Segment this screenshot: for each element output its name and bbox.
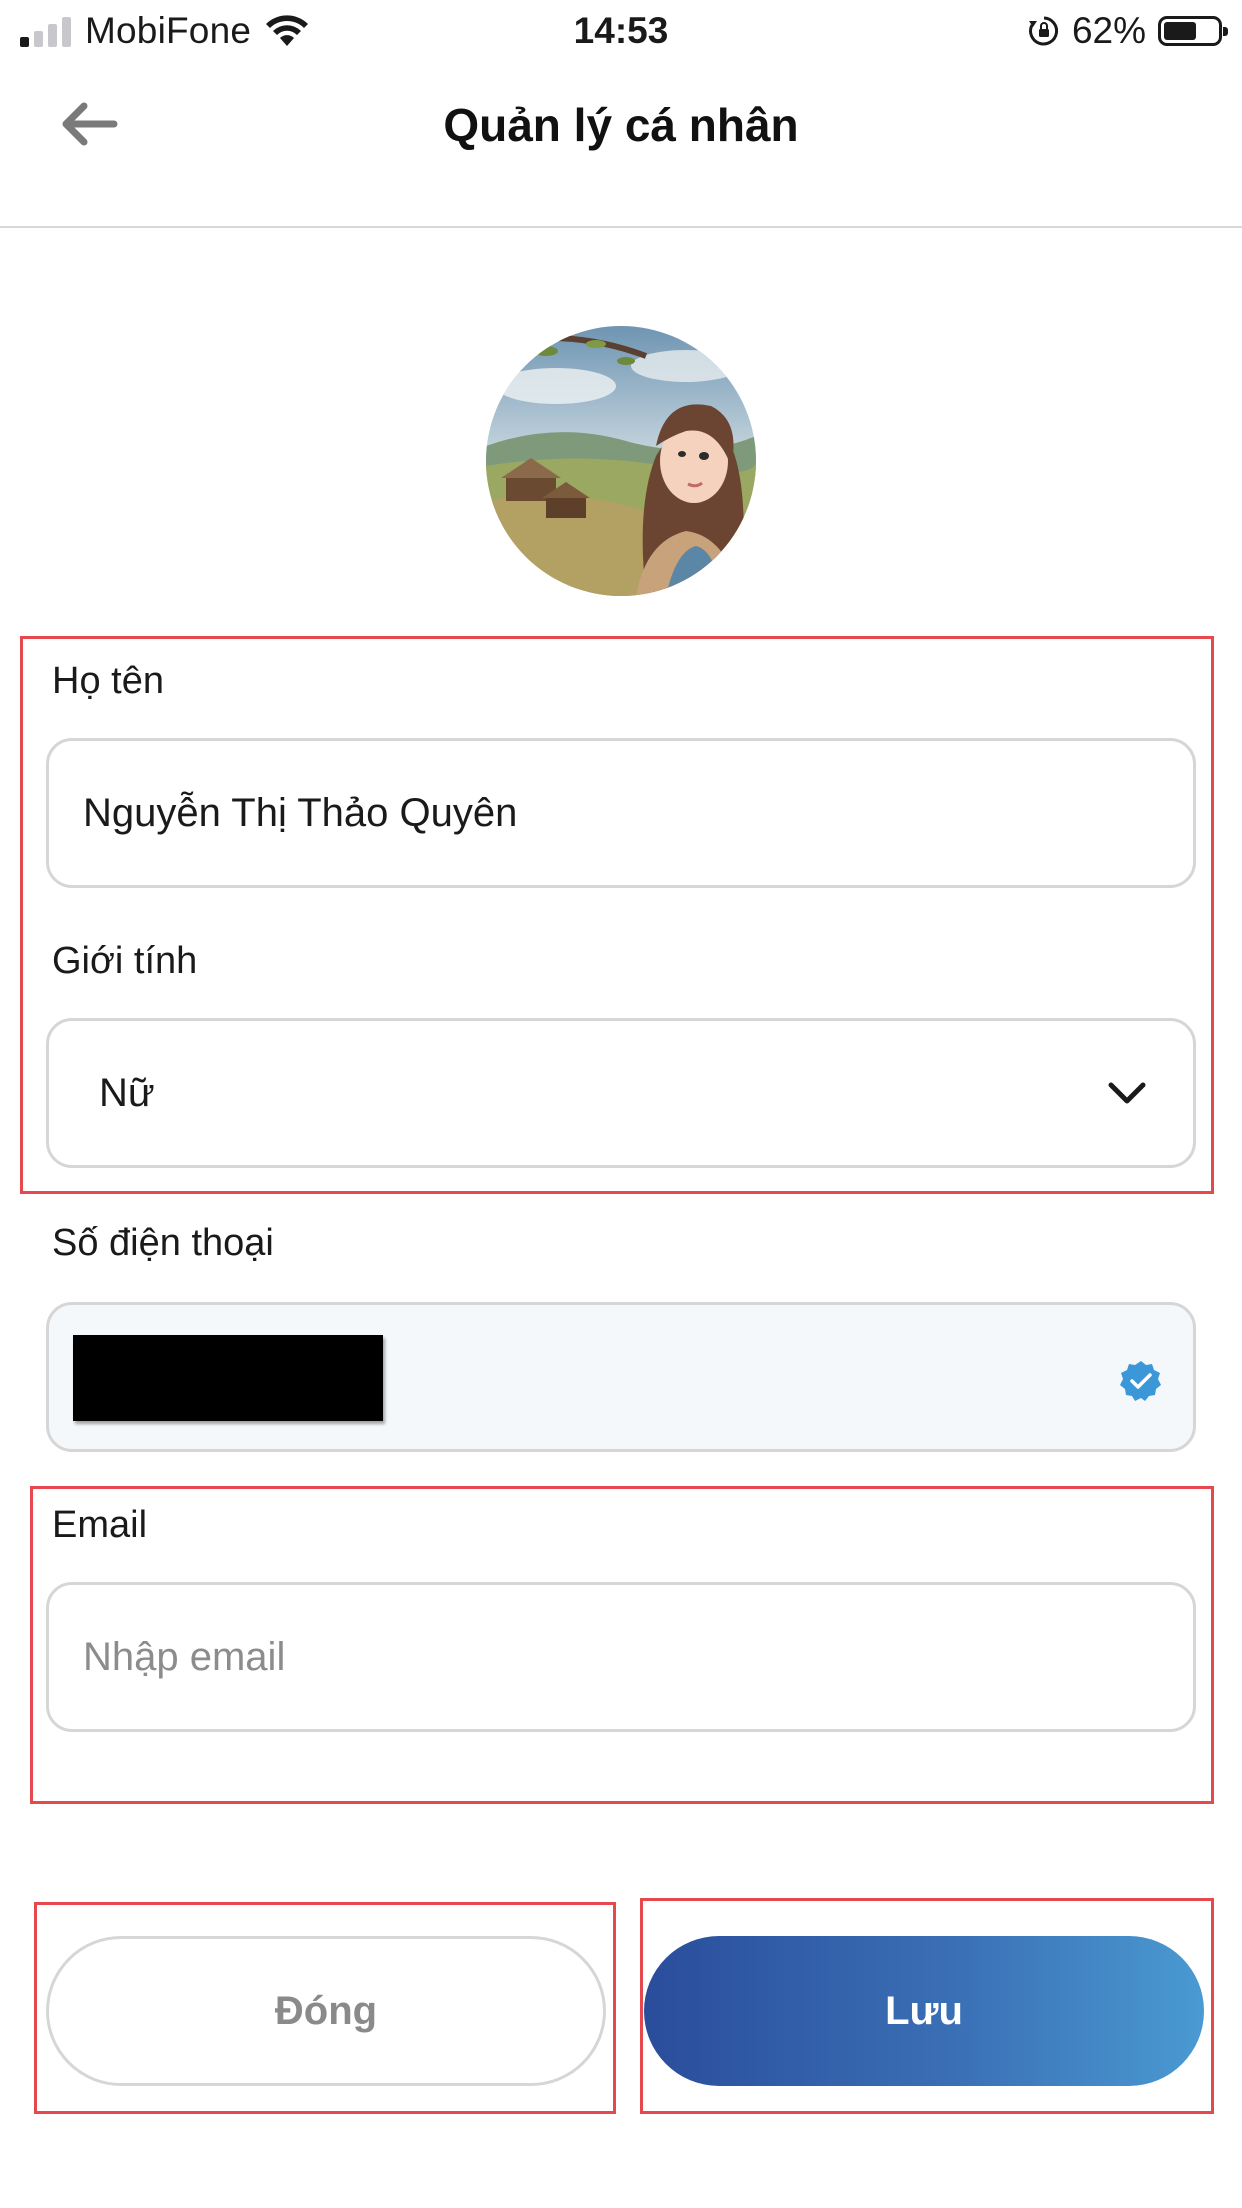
email-label: Email — [52, 1504, 148, 1546]
phone-label: Số điện thoại — [52, 1222, 274, 1264]
name-field[interactable]: Nguyễn Thị Thảo Quyên — [46, 738, 1196, 888]
verified-badge-icon — [1120, 1361, 1161, 1401]
name-label: Họ tên — [52, 660, 164, 702]
gender-label: Giới tính — [52, 940, 198, 982]
status-bar: MobiFone 14:53 62% — [0, 0, 1242, 62]
save-button[interactable]: Lưu — [644, 1936, 1204, 2086]
close-button[interactable]: Đóng — [46, 1936, 606, 2086]
gender-select[interactable]: Nữ — [46, 1018, 1196, 1168]
nav-header: Quản lý cá nhân — [0, 62, 1242, 228]
gender-value: Nữ — [99, 1070, 155, 1115]
rotation-lock-icon — [1028, 16, 1058, 46]
chevron-down-icon — [1108, 1082, 1146, 1104]
avatar-image — [486, 326, 756, 596]
avatar[interactable] — [486, 326, 756, 596]
page-title: Quản lý cá nhân — [443, 99, 799, 151]
battery-icon — [1158, 16, 1228, 46]
status-right: 62% — [1028, 10, 1228, 52]
email-field[interactable] — [46, 1582, 1196, 1732]
phone-redacted — [73, 1335, 383, 1421]
email-input[interactable] — [49, 1585, 1193, 1729]
battery-percent: 62% — [1071, 10, 1146, 51]
phone-field — [46, 1302, 1196, 1452]
name-value: Nguyễn Thị Thảo Quyên — [83, 790, 518, 835]
